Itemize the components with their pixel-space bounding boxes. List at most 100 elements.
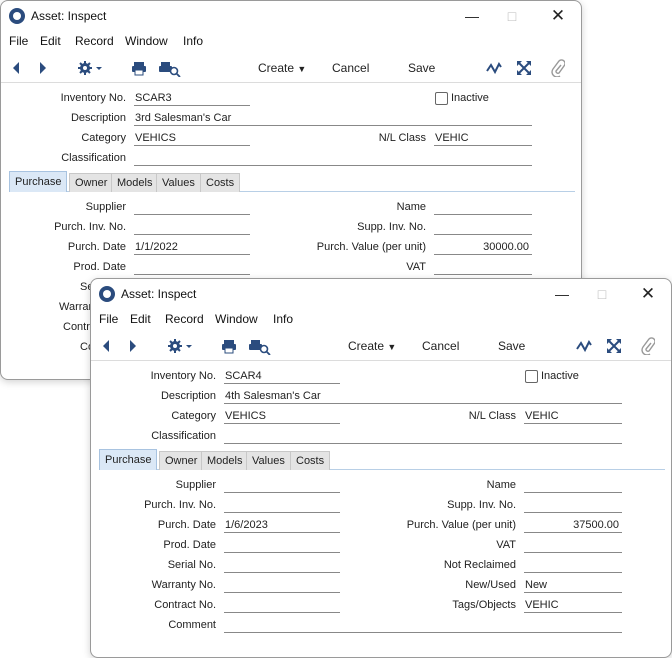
classification-field[interactable]	[134, 151, 532, 166]
description-field[interactable]: 4th Salesman's Car	[224, 389, 622, 404]
new-used-field[interactable]: New	[524, 578, 622, 593]
tab-owner[interactable]: Owner	[159, 451, 204, 470]
tags-objects-field[interactable]: VEHIC	[524, 598, 622, 613]
classification-field[interactable]	[224, 429, 622, 444]
maximize-icon[interactable]: □	[501, 5, 523, 27]
cancel-button[interactable]: Cancel	[332, 59, 369, 77]
paperclip-icon[interactable]	[641, 337, 655, 355]
menu-window[interactable]: Window	[125, 34, 168, 48]
purch-date-field[interactable]: 1/1/2022	[134, 240, 250, 255]
category-field[interactable]: VEHICS	[224, 409, 340, 424]
forward-arrow-icon[interactable]	[38, 59, 48, 77]
gear-icon[interactable]	[167, 337, 193, 355]
print-icon[interactable]	[131, 59, 147, 77]
minimize-icon[interactable]: —	[461, 5, 483, 27]
supp-inv-no-field[interactable]	[524, 498, 622, 513]
name-label: Name	[396, 201, 426, 213]
supp-inv-no-field[interactable]	[434, 220, 532, 235]
purch-value-field[interactable]: 37500.00	[524, 518, 622, 533]
menu-info[interactable]: Info	[273, 312, 293, 326]
cancel-button[interactable]: Cancel	[422, 337, 459, 355]
close-icon[interactable]: ✕	[547, 5, 569, 27]
minimize-icon[interactable]: —	[551, 283, 573, 305]
prod-date-label: Prod. Date	[163, 539, 216, 551]
warranty-no-field[interactable]	[224, 578, 340, 593]
tab-models[interactable]: Models	[201, 451, 249, 470]
description-field[interactable]: 3rd Salesman's Car	[134, 111, 532, 126]
create-label: Create	[348, 339, 385, 353]
purch-value-label: Purch. Value (per unit)	[406, 519, 516, 531]
back-arrow-icon[interactable]	[101, 337, 111, 355]
nl-class-field[interactable]: VEHIC	[434, 131, 532, 146]
inactive-label: Inactive	[451, 92, 489, 104]
print-icon[interactable]	[221, 337, 237, 355]
tab-owner[interactable]: Owner	[69, 173, 114, 192]
menu-edit[interactable]: Edit	[40, 34, 61, 48]
not-reclaimed-field[interactable]	[524, 558, 622, 573]
asset-window-front: Asset: Inspect — □ ✕ File Edit Record Wi…	[90, 278, 672, 658]
save-button[interactable]: Save	[498, 337, 525, 355]
tab-purchase[interactable]: Purchase	[9, 171, 68, 192]
menu-edit[interactable]: Edit	[130, 312, 151, 326]
name-field[interactable]	[434, 200, 532, 215]
paperclip-icon[interactable]	[551, 59, 565, 77]
category-field[interactable]: VEHICS	[134, 131, 250, 146]
vat-field[interactable]	[524, 538, 622, 553]
purch-inv-no-field[interactable]	[224, 498, 340, 513]
purch-value-field[interactable]: 30000.00	[434, 240, 532, 255]
menu-file[interactable]: File	[99, 312, 118, 326]
close-icon[interactable]: ✕	[637, 283, 659, 305]
create-button[interactable]: Create ▼	[348, 337, 396, 355]
forward-arrow-icon[interactable]	[128, 337, 138, 355]
activity-icon[interactable]	[576, 337, 592, 355]
inactive-checkbox[interactable]	[525, 370, 538, 383]
gear-icon[interactable]	[77, 59, 103, 77]
menu-info[interactable]: Info	[183, 34, 203, 48]
menu-record[interactable]: Record	[165, 312, 204, 326]
category-label: Category	[81, 132, 126, 144]
vat-field[interactable]	[434, 260, 532, 275]
save-button[interactable]: Save	[408, 59, 435, 77]
expand-icon[interactable]	[516, 59, 532, 77]
menu-record[interactable]: Record	[75, 34, 114, 48]
contract-no-field[interactable]	[224, 598, 340, 613]
nl-class-field[interactable]: VEHIC	[524, 409, 622, 424]
tab-costs[interactable]: Costs	[290, 451, 331, 470]
menu-file[interactable]: File	[9, 34, 28, 48]
comment-field[interactable]	[224, 618, 622, 633]
tab-strip: Purchase Owner Models Values Costs	[99, 449, 665, 470]
supplier-label: Supplier	[85, 201, 126, 213]
prod-date-field[interactable]	[134, 260, 250, 275]
tab-values[interactable]: Values	[246, 451, 291, 470]
nl-class-label: N/L Class	[378, 132, 426, 144]
tab-models[interactable]: Models	[111, 173, 159, 192]
print-preview-icon[interactable]	[159, 59, 181, 77]
not-reclaimed-label: Not Reclaimed	[443, 559, 516, 571]
back-arrow-icon[interactable]	[11, 59, 21, 77]
tab-purchase[interactable]: Purchase	[99, 449, 158, 470]
prod-date-field[interactable]	[224, 538, 340, 553]
supplier-field[interactable]	[224, 478, 340, 493]
inactive-checkbox[interactable]	[435, 92, 448, 105]
menu-bar: File Edit Record Window Info	[1, 32, 581, 52]
purch-inv-no-field[interactable]	[134, 220, 250, 235]
maximize-icon[interactable]: □	[591, 283, 613, 305]
tab-values[interactable]: Values	[156, 173, 201, 192]
comment-label: Comment	[168, 619, 216, 631]
activity-icon[interactable]	[486, 59, 502, 77]
menu-window[interactable]: Window	[215, 312, 258, 326]
inventory-no-field[interactable]: SCAR4	[224, 369, 340, 384]
create-button[interactable]: Create ▼	[258, 59, 306, 77]
inventory-no-field[interactable]: SCAR3	[134, 91, 250, 106]
expand-icon[interactable]	[606, 337, 622, 355]
purch-date-field[interactable]: 1/6/2023	[224, 518, 340, 533]
print-preview-icon[interactable]	[249, 337, 271, 355]
supplier-field[interactable]	[134, 200, 250, 215]
purch-inv-no-label: Purch. Inv. No.	[144, 499, 216, 511]
serial-no-field[interactable]	[224, 558, 340, 573]
supp-inv-no-label: Supp. Inv. No.	[357, 221, 426, 233]
app-logo-icon	[9, 8, 25, 24]
name-field[interactable]	[524, 478, 622, 493]
tab-costs[interactable]: Costs	[200, 173, 241, 192]
category-label: Category	[171, 410, 216, 422]
